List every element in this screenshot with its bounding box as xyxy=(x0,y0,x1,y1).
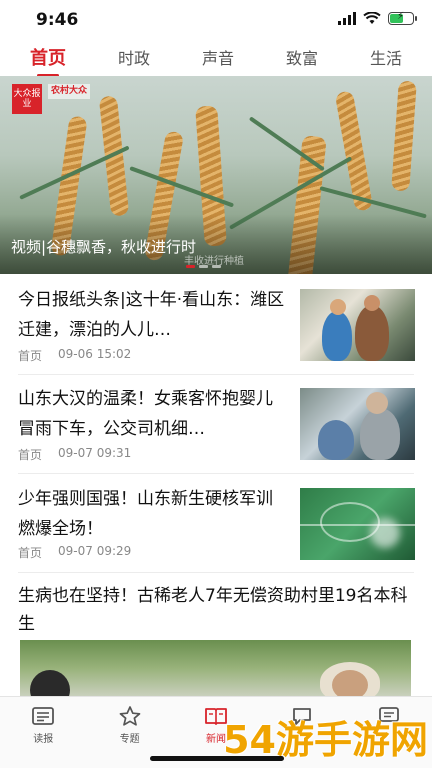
news-title: 山东大汉的温柔！女乘客怀抱婴儿冒雨下车，公交司机细… xyxy=(18,389,273,439)
tab-politics[interactable]: 时政 xyxy=(118,45,150,74)
news-source: 首页 xyxy=(18,448,43,462)
wifi-icon xyxy=(363,12,381,24)
nav-label: 读报 xyxy=(33,734,54,745)
news-thumbnail xyxy=(300,388,415,460)
divider xyxy=(18,572,414,573)
carousel-dots xyxy=(186,265,221,268)
divider xyxy=(18,374,414,375)
news-meta: 首页 09-07 09:31 xyxy=(18,446,131,463)
carousel-dot[interactable] xyxy=(212,265,221,268)
tab-wealth[interactable]: 致富 xyxy=(286,45,318,74)
hero-caption: 视频|谷穗飘香，秋收进行时 xyxy=(11,238,197,256)
channel-tabs: 首页 时政 声音 致富 生活 xyxy=(0,44,432,77)
news-source: 首页 xyxy=(18,546,43,560)
news-meta: 首页 09-06 15:02 xyxy=(18,347,131,364)
news-item[interactable]: 山东大汉的温柔！女乘客怀抱婴儿冒雨下车，公交司机细… 首页 09-07 09:3… xyxy=(0,384,432,474)
dazhong-logo: 大众报业 xyxy=(12,84,42,114)
battery-icon: ⚡ xyxy=(388,11,417,25)
hero-carousel[interactable]: 大众报业 农村大众 视频|谷穗飘香，秋收进行时 丰收进行种植 xyxy=(0,76,432,274)
star-icon xyxy=(119,706,140,726)
home-indicator[interactable] xyxy=(150,756,284,761)
news-thumbnail xyxy=(300,488,415,560)
carousel-dot[interactable] xyxy=(186,265,195,268)
carousel-dot[interactable] xyxy=(199,265,208,268)
news-title: 少年强则国强！山东新生硬核军训燃爆全场！ xyxy=(18,489,273,539)
signal-icon xyxy=(338,12,356,25)
nav-label: 专题 xyxy=(119,734,140,745)
news-item[interactable]: 今日报纸头条|这十年·看山东：潍区迁建，漂泊的人儿… 首页 09-06 15:0… xyxy=(0,285,432,375)
featured-image[interactable] xyxy=(20,640,411,696)
tab-home[interactable]: 首页 xyxy=(30,44,66,77)
nav-read-paper[interactable]: 读报 xyxy=(0,697,86,768)
newspaper-icon xyxy=(32,707,55,725)
news-thumbnail xyxy=(300,289,415,361)
status-time: 9:46 xyxy=(36,10,79,30)
news-source: 首页 xyxy=(18,349,43,363)
news-meta: 首页 09-07 09:29 xyxy=(18,544,131,561)
status-icons: ⚡ xyxy=(338,11,417,25)
news-time: 09-07 09:29 xyxy=(58,544,132,558)
news-time: 09-07 09:31 xyxy=(58,446,132,460)
tab-voice[interactable]: 声音 xyxy=(202,45,234,74)
tab-life[interactable]: 生活 xyxy=(370,45,402,74)
rural-logo: 农村大众 xyxy=(48,84,91,99)
status-bar: 9:46 ⚡ xyxy=(0,0,432,40)
news-time: 09-06 15:02 xyxy=(58,347,132,361)
divider xyxy=(18,473,414,474)
millet-stalk xyxy=(391,80,417,192)
site-watermark: 54游手游网 xyxy=(223,718,428,762)
featured-title[interactable]: 生病也在坚持！古稀老人7年无偿资助村里19名本科生 xyxy=(18,582,416,638)
news-item[interactable]: 少年强则国强！山东新生硬核军训燃爆全场！ 首页 09-07 09:29 xyxy=(0,484,432,574)
news-title: 今日报纸头条|这十年·看山东：潍区迁建，漂泊的人儿… xyxy=(18,290,285,340)
